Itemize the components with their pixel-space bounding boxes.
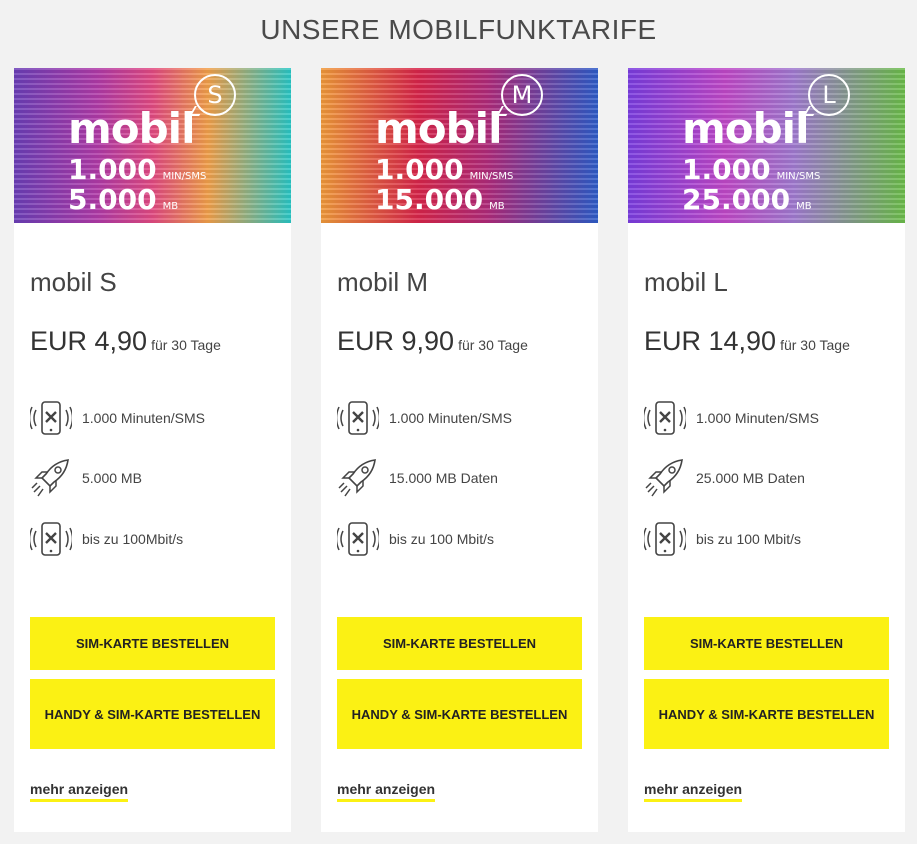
feature-speed: bis zu 100 Mbit/s <box>337 519 494 559</box>
phone-signal-icon <box>30 519 72 559</box>
order-phone-sim-button[interactable]: HANDY & SIM-KARTE BESTELLEN <box>644 679 889 749</box>
tariff-card-s: mobil S 1.000 MIN/SMS 5.000 MB mobil S EUR… <box>14 68 291 832</box>
feature-speed: bis zu 100 Mbit/s <box>644 519 801 559</box>
feature-minutes: 1.000 Minuten/SMS <box>337 398 512 438</box>
banner-data: 5.000 MB <box>68 183 179 216</box>
feature-text: 15.000 MB Daten <box>389 470 498 486</box>
price-row: EUR 9,90 für 30 Tage <box>337 326 528 357</box>
feature-text: 25.000 MB Daten <box>696 470 805 486</box>
tariff-card-l: mobil L 1.000 MIN/SMS 25.000 MB mobil L EU… <box>628 68 905 832</box>
feature-text: 1.000 Minuten/SMS <box>82 410 205 426</box>
tariff-banner: mobil S 1.000 MIN/SMS 5.000 MB <box>14 68 291 223</box>
price: EUR 14,90 <box>644 326 777 356</box>
tariff-banner: mobil L 1.000 MIN/SMS 25.000 MB <box>628 68 905 223</box>
rocket-icon <box>30 458 72 498</box>
price-period: für 30 Tage <box>780 337 850 353</box>
order-sim-button[interactable]: SIM-KARTE BESTELLEN <box>30 617 275 670</box>
order-phone-sim-button[interactable]: HANDY & SIM-KARTE BESTELLEN <box>337 679 582 749</box>
show-more-link[interactable]: mehr anzeigen <box>644 781 743 802</box>
phone-signal-icon <box>337 519 379 559</box>
order-sim-button[interactable]: SIM-KARTE BESTELLEN <box>644 617 889 670</box>
tariff-banner: mobil M 1.000 MIN/SMS 15.000 MB <box>321 68 598 223</box>
feature-text: 1.000 Minuten/SMS <box>696 410 819 426</box>
brand-logo: mobil <box>682 104 809 153</box>
feature-minutes: 1.000 Minuten/SMS <box>30 398 205 438</box>
price-period: für 30 Tage <box>458 337 528 353</box>
feature-minutes: 1.000 Minuten/SMS <box>644 398 819 438</box>
price-row: EUR 14,90 für 30 Tage <box>644 326 850 357</box>
plan-name: mobil L <box>644 267 728 297</box>
phone-signal-icon <box>644 519 686 559</box>
feature-text: 5.000 MB <box>82 470 142 486</box>
rocket-icon <box>644 458 686 498</box>
phone-signal-icon <box>644 398 686 438</box>
feature-text: 1.000 Minuten/SMS <box>389 410 512 426</box>
phone-signal-icon <box>30 398 72 438</box>
order-sim-button[interactable]: SIM-KARTE BESTELLEN <box>337 617 582 670</box>
page-title: UNSERE MOBILFUNKTARIFE <box>260 14 657 45</box>
feature-data: 5.000 MB <box>30 458 142 498</box>
tariff-card-m: mobil M 1.000 MIN/SMS 15.000 MB mobil M EU… <box>321 68 598 832</box>
feature-text: bis zu 100 Mbit/s <box>389 531 495 547</box>
feature-data: 15.000 MB Daten <box>337 458 498 498</box>
order-phone-sim-button[interactable]: HANDY & SIM-KARTE BESTELLEN <box>30 679 275 749</box>
price-period: für 30 Tage <box>151 337 221 353</box>
brand-logo: mobil <box>375 104 502 153</box>
plan-name: mobil M <box>337 267 429 297</box>
show-more-link[interactable]: mehr anzeigen <box>337 781 436 802</box>
price-row: EUR 4,90 für 30 Tage <box>30 326 221 357</box>
tariff-cards: mobil S 1.000 MIN/SMS 5.000 MB mobil S EUR… <box>14 68 917 844</box>
plan-name: mobil S <box>30 267 117 297</box>
feature-text: bis zu 100 Mbit/s <box>696 531 802 547</box>
feature-data: 25.000 MB Daten <box>644 458 805 498</box>
price: EUR 9,90 <box>337 326 455 356</box>
show-more-link[interactable]: mehr anzeigen <box>30 781 129 802</box>
brand-logo: mobil <box>68 104 195 153</box>
rocket-icon <box>337 458 379 498</box>
banner-data: 15.000 MB <box>375 183 505 216</box>
feature-text: bis zu 100Mbit/s <box>82 531 184 547</box>
banner-data: 25.000 MB <box>682 183 812 216</box>
price: EUR 4,90 <box>30 326 148 356</box>
feature-speed: bis zu 100Mbit/s <box>30 519 183 559</box>
phone-signal-icon <box>337 398 379 438</box>
